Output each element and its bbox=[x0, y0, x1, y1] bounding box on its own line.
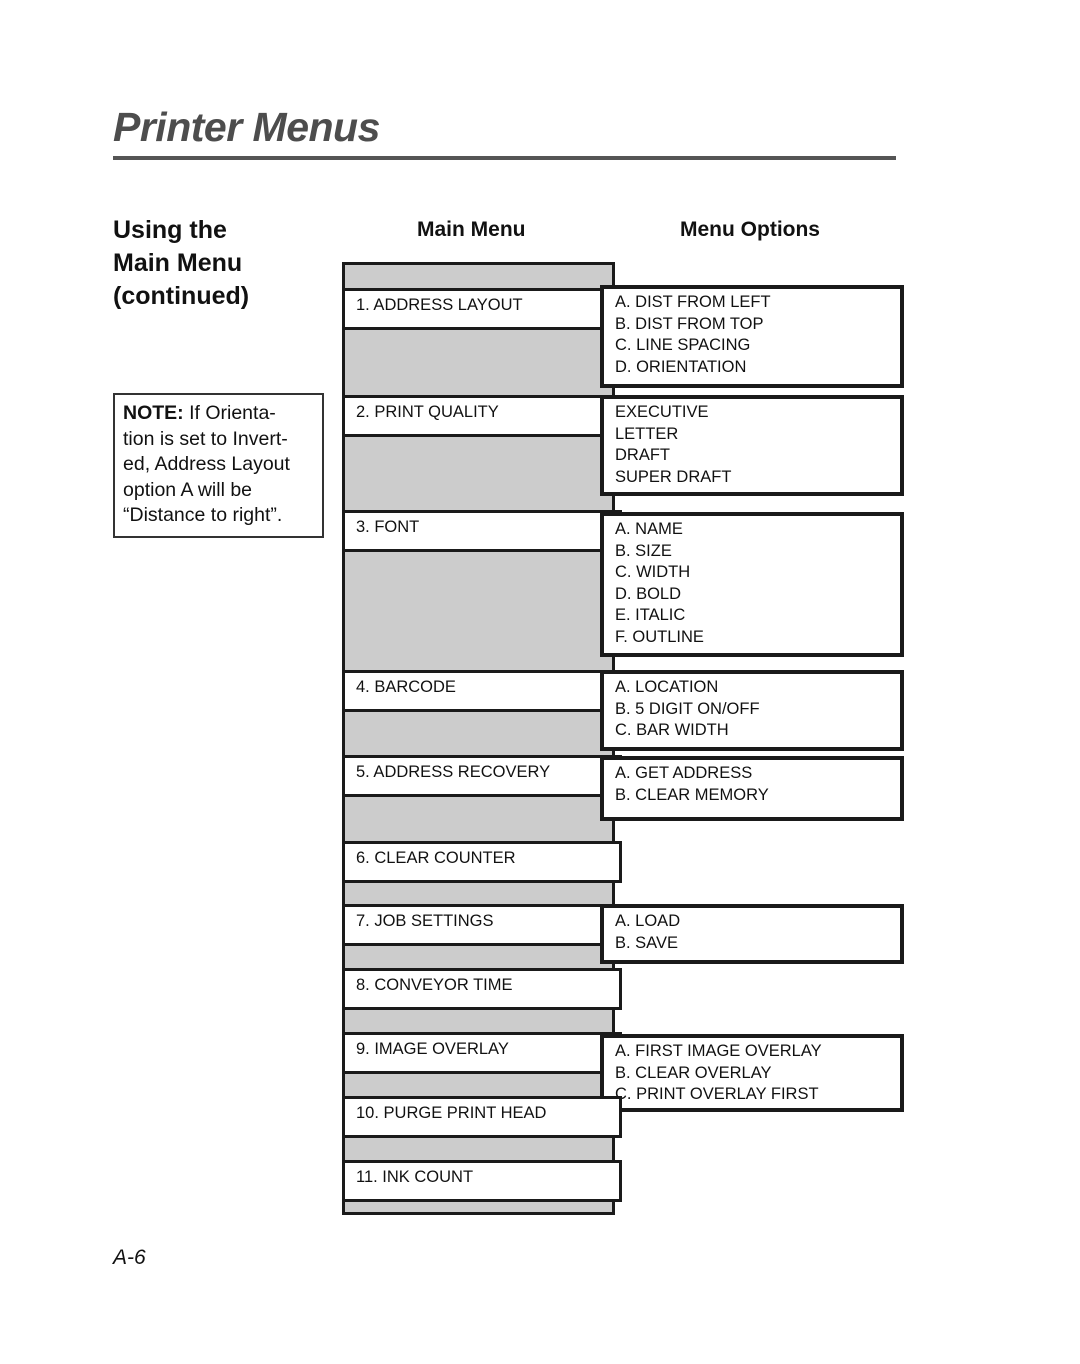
note-text: If Orienta- bbox=[183, 402, 276, 424]
main-menu-item-label: 8. CONVEYOR TIME bbox=[356, 976, 513, 994]
note-text: option A will be bbox=[123, 478, 253, 501]
main-menu-item: 8. CONVEYOR TIME bbox=[342, 968, 622, 1010]
menu-option: A. LOCATION bbox=[615, 678, 719, 696]
main-menu-item: 4. BARCODE bbox=[342, 670, 622, 712]
menu-option: A. FIRST IMAGE OVERLAY bbox=[615, 1042, 822, 1060]
main-menu-item-label: 11. INK COUNT bbox=[356, 1168, 474, 1186]
menu-option: A. DIST FROM LEFT bbox=[615, 293, 771, 311]
menu-options-box: A. DIST FROM LEFT B. DIST FROM TOP C. LINE… bbox=[600, 285, 904, 388]
main-menu-item: 7. JOB SETTINGS bbox=[342, 904, 622, 946]
menu-option: B. SAVE bbox=[615, 933, 678, 952]
menu-option: A. GET ADDRESS bbox=[615, 764, 753, 782]
menu-option: EXECUTIVE bbox=[615, 403, 709, 421]
main-menu-item: 2. PRINT QUALITY bbox=[342, 395, 622, 437]
menu-options-box: A. NAME B. SIZE C. WIDTH D. BOLD E. ITALIC F.… bbox=[600, 512, 904, 657]
note-text: “Distance to right”. bbox=[123, 504, 283, 526]
main-menu-item: 3. FONT bbox=[342, 510, 622, 552]
menu-option: B. SIZE bbox=[615, 541, 672, 560]
menu-options-column-header: Menu Options bbox=[680, 218, 820, 241]
main-menu-item-label: 9. IMAGE OVERLAY bbox=[356, 1040, 509, 1058]
main-menu-item-label: 10. PURGE PRINT HEAD bbox=[356, 1104, 547, 1122]
menu-option: SUPER DRAFT bbox=[615, 467, 732, 486]
main-menu-column-header: Main Menu bbox=[417, 218, 526, 241]
main-menu-item-label: 3. FONT bbox=[356, 518, 420, 536]
main-menu-item: 10. PURGE PRINT HEAD bbox=[342, 1096, 622, 1138]
main-menu-item-label: 7. JOB SETTINGS bbox=[356, 912, 494, 930]
page-number: A-6 bbox=[113, 1246, 146, 1269]
note-text: tion is set to Invert- bbox=[123, 427, 288, 450]
menu-option: LETTER bbox=[615, 424, 679, 443]
menu-options-box: A. LOAD B. SAVE bbox=[600, 904, 904, 964]
page-title: Printer Menus bbox=[113, 104, 380, 150]
main-menu-item: 6. CLEAR COUNTER bbox=[342, 841, 622, 883]
menu-options-box: A. GET ADDRESS B. CLEAR MEMORY bbox=[600, 756, 904, 821]
menu-option: F. OUTLINE bbox=[615, 627, 704, 646]
main-menu-item-label: 2. PRINT QUALITY bbox=[356, 403, 499, 421]
section-heading-line: Using the bbox=[113, 216, 227, 244]
menu-options-box: A. FIRST IMAGE OVERLAY B. CLEAR OVERLAY C.… bbox=[600, 1034, 904, 1112]
title-divider bbox=[113, 156, 896, 160]
section-heading-line: Main Menu bbox=[113, 249, 243, 277]
note-label: NOTE: bbox=[123, 402, 184, 424]
menu-option: DRAFT bbox=[615, 446, 670, 464]
menu-option: B. CLEAR MEMORY bbox=[615, 785, 769, 804]
menu-option: B. 5 DIGIT ON/OFF bbox=[615, 699, 760, 718]
section-heading-line: (continued) bbox=[113, 282, 250, 310]
section-heading: Using the Main Menu (continued) bbox=[113, 214, 249, 313]
main-menu-item: 5. ADDRESS RECOVERY bbox=[342, 755, 622, 797]
menu-options-box: EXECUTIVE LETTER DRAFT SUPER DRAFT bbox=[600, 395, 904, 496]
main-menu-item: 11. INK COUNT bbox=[342, 1160, 622, 1202]
main-menu-item-label: 5. ADDRESS RECOVERY bbox=[356, 763, 551, 781]
menu-option: B. CLEAR OVERLAY bbox=[615, 1063, 772, 1082]
menu-option: C. WIDTH bbox=[615, 563, 691, 581]
menu-option: A. LOAD bbox=[615, 912, 681, 930]
note-text: ed, Address Layout bbox=[123, 453, 290, 475]
main-menu-item-label: 1. ADDRESS LAYOUT bbox=[356, 296, 523, 314]
main-menu-item: 9. IMAGE OVERLAY bbox=[342, 1032, 622, 1074]
menu-option: D. BOLD bbox=[615, 584, 682, 603]
menu-option: B. DIST FROM TOP bbox=[615, 314, 764, 333]
menu-option: D. ORIENTATION bbox=[615, 357, 747, 376]
menu-option: C. LINE SPACING bbox=[615, 336, 751, 354]
main-menu-item-label: 6. CLEAR COUNTER bbox=[356, 849, 516, 867]
main-menu-item-label: 4. BARCODE bbox=[356, 678, 456, 696]
menu-option: E. ITALIC bbox=[615, 606, 686, 624]
main-menu-item: 1. ADDRESS LAYOUT bbox=[342, 288, 622, 330]
menu-options-box: A. LOCATION B. 5 DIGIT ON/OFF C. BAR WIDTH bbox=[600, 670, 904, 751]
menu-option: C. BAR WIDTH bbox=[615, 721, 729, 739]
menu-option: C. PRINT OVERLAY FIRST bbox=[615, 1085, 819, 1103]
note-box: NOTE: If Orienta- tion is set to Invert-… bbox=[113, 393, 324, 538]
menu-option: A. NAME bbox=[615, 520, 683, 538]
